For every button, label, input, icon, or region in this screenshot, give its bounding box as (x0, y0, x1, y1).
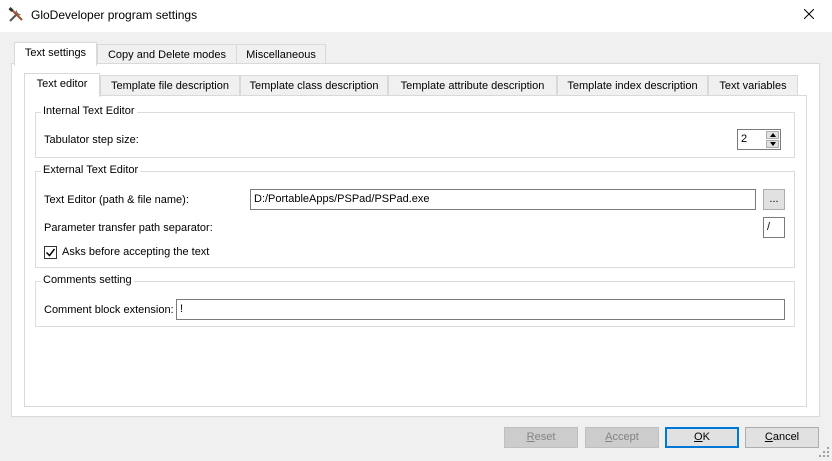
tab-copy-delete-modes[interactable]: Copy and Delete modes (97, 44, 237, 65)
separator-input[interactable]: / (763, 217, 785, 238)
comment-ext-input[interactable]: ! (176, 299, 785, 320)
comments-group: Comments setting Comment block extension… (35, 274, 795, 327)
close-icon (803, 8, 815, 22)
editor-path-label: Text Editor (path & file name): (44, 194, 189, 206)
external-editor-title: External Text Editor (41, 164, 141, 176)
tab-text-settings[interactable]: Text settings (14, 42, 97, 66)
comment-ext-label: Comment block extension: (44, 304, 174, 316)
reset-button[interactable]: Reset (504, 427, 578, 448)
subtab-text-editor[interactable]: Text editor (24, 73, 100, 97)
external-editor-group: External Text Editor Text Editor (path &… (35, 164, 795, 268)
ask-before-accept-label: Asks before accepting the text (62, 246, 210, 258)
separator-label: Parameter transfer path separator: (44, 222, 213, 234)
spin-up-button[interactable] (766, 131, 779, 139)
arrow-down-icon (770, 142, 776, 146)
arrow-up-icon (770, 133, 776, 137)
ok-button[interactable]: OK (665, 427, 739, 448)
cancel-button[interactable]: Cancel (745, 427, 819, 448)
title-bar: GloDeveloper program settings (0, 0, 832, 32)
subtab-template-class-description[interactable]: Template class description (240, 75, 388, 96)
browse-button[interactable]: ... (763, 189, 785, 210)
subtab-text-variables[interactable]: Text variables (708, 75, 798, 96)
close-button[interactable] (786, 0, 832, 31)
resize-grip-icon[interactable] (818, 446, 830, 458)
comments-title: Comments setting (41, 274, 134, 286)
ask-before-accept-checkbox[interactable] (44, 246, 57, 259)
subtab-template-attribute-description[interactable]: Template attribute description (388, 75, 557, 96)
accept-button[interactable]: Accept (585, 427, 659, 448)
checkmark-icon (45, 248, 56, 257)
tools-icon (8, 7, 24, 23)
spin-down-button[interactable] (766, 140, 779, 148)
tab-step-spinner[interactable]: 2 (737, 129, 781, 150)
internal-editor-group: Internal Text Editor Tabulator step size… (35, 105, 795, 158)
editor-path-input[interactable]: D:/PortableApps/PSPad/PSPad.exe (250, 189, 756, 210)
internal-editor-title: Internal Text Editor (41, 105, 137, 117)
subtab-template-file-description[interactable]: Template file description (100, 75, 240, 96)
window-title: GloDeveloper program settings (31, 8, 198, 22)
tab-miscellaneous[interactable]: Miscellaneous (236, 44, 326, 65)
tab-step-label: Tabulator step size: (44, 134, 139, 146)
subtab-template-index-description[interactable]: Template index description (557, 75, 708, 96)
text-editor-panel: Internal Text Editor Tabulator step size… (24, 95, 807, 407)
